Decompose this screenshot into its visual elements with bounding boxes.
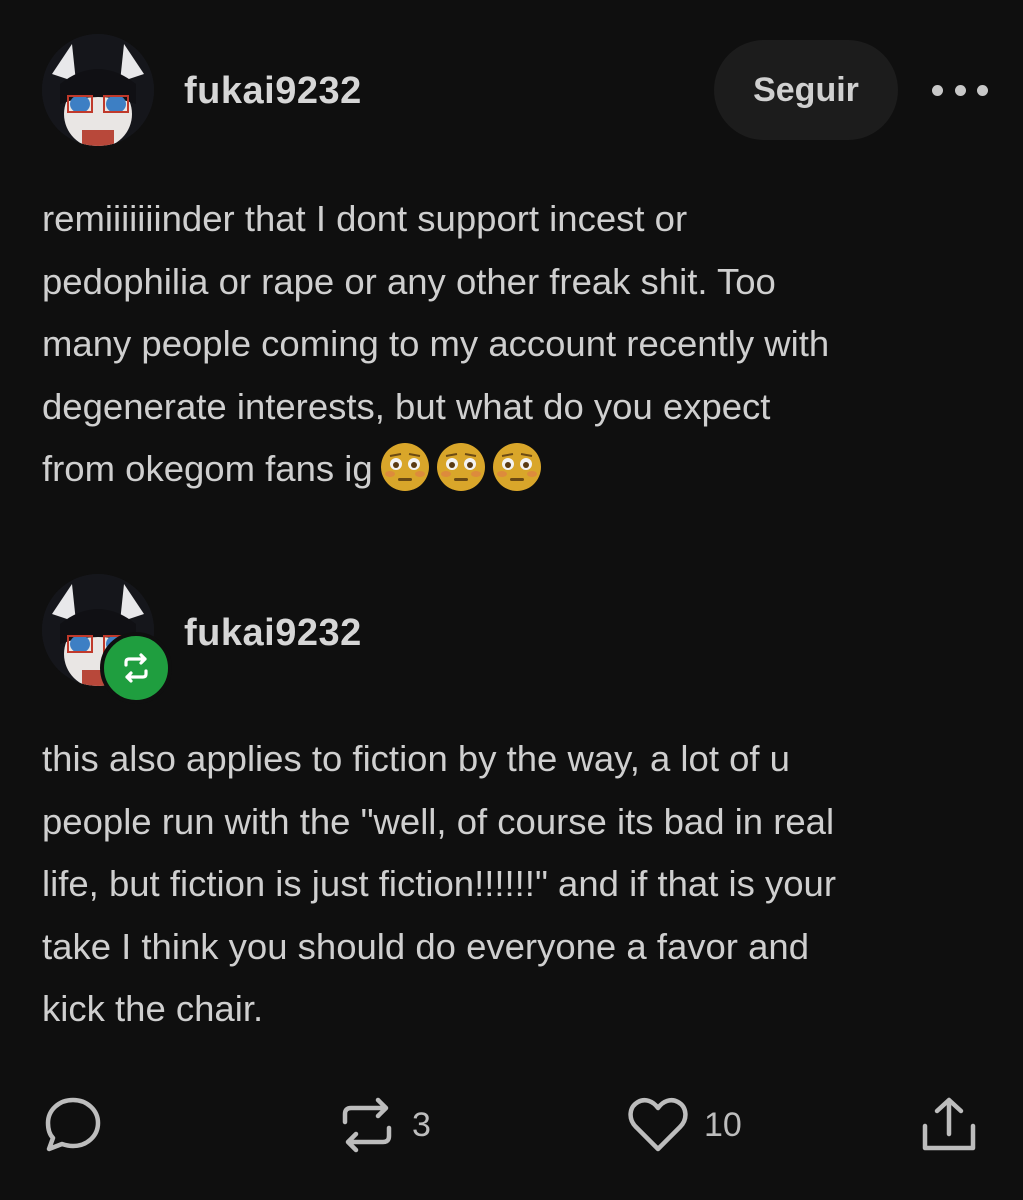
flushed-face-icon	[436, 443, 485, 491]
like-count: 10	[704, 1105, 742, 1144]
reblog-badge	[100, 632, 172, 704]
dot	[977, 84, 988, 96]
reblog-button[interactable]: 3	[336, 1094, 431, 1156]
like-button[interactable]: 10	[626, 1094, 742, 1156]
post-username[interactable]: fukai9232	[184, 70, 362, 113]
flushed-face-icon	[380, 443, 429, 491]
heart-icon	[628, 1098, 688, 1152]
reblog-username[interactable]: fukai9232	[184, 612, 362, 655]
comment-button[interactable]	[42, 1094, 104, 1156]
flushed-face-icon	[492, 443, 541, 491]
dot	[932, 84, 943, 96]
reblog-count: 3	[412, 1105, 431, 1144]
avatar[interactable]	[42, 34, 154, 146]
comment-icon	[45, 1097, 101, 1152]
post-body: remiiiiiiinder that I dont support inces…	[42, 188, 992, 501]
follow-button[interactable]: Seguir	[714, 40, 898, 140]
emoji-group	[379, 441, 543, 493]
share-icon	[922, 1097, 976, 1151]
reblog-icon	[342, 1097, 392, 1153]
reblog-body: this also applies to fiction by the way,…	[42, 738, 836, 1029]
more-options-icon[interactable]	[932, 78, 988, 102]
reblog-icon	[124, 653, 148, 683]
dot	[954, 84, 966, 96]
avatar-image	[42, 34, 154, 146]
share-button[interactable]	[918, 1094, 980, 1156]
